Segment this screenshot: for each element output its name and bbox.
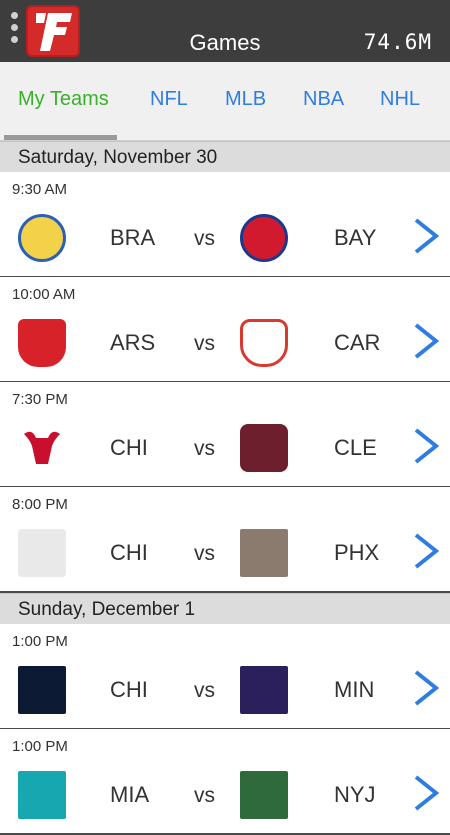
chicago-bears-logo-icon — [18, 666, 66, 714]
app-bar: Games 74.6M — [0, 0, 450, 62]
game-row[interactable]: 10:00 AM ARS vs CAR — [0, 277, 450, 383]
tab-nfl[interactable]: NFL — [150, 88, 188, 111]
tab-mlb[interactable]: MLB — [225, 88, 266, 111]
new-york-jets-logo-icon — [240, 771, 288, 819]
versus-label: vs — [194, 784, 215, 807]
game-row[interactable]: 7:30 PM CHI vs CLE — [0, 382, 450, 488]
tab-my-teams[interactable]: My Teams — [18, 88, 109, 111]
day-header: Sunday, December 1 — [0, 593, 450, 625]
game-row[interactable]: 1:00 PM MIA vs NYJ — [0, 729, 450, 835]
game-row[interactable]: 1:00 PM CHI vs MIN — [0, 624, 450, 730]
home-team: CHI — [110, 435, 148, 460]
chicago-bulls-logo-icon — [18, 424, 66, 472]
game-time: 9:30 AM — [12, 181, 68, 198]
home-team: MIA — [110, 782, 150, 807]
chevron-right-icon[interactable] — [408, 321, 444, 361]
away-team: PHX — [334, 540, 380, 565]
home-team: ARS — [110, 330, 156, 355]
game-time: 7:30 PM — [12, 391, 68, 408]
versus-label: vs — [194, 542, 215, 565]
chevron-right-icon[interactable] — [408, 531, 444, 571]
versus-label: vs — [194, 332, 215, 355]
away-team: MIN — [334, 677, 375, 702]
game-row[interactable]: 9:30 AM BRA vs BAY — [0, 172, 450, 278]
game-time: 1:00 PM — [12, 633, 68, 650]
home-team: CHI — [110, 677, 148, 702]
chevron-right-icon[interactable] — [408, 668, 444, 708]
tab-nhl[interactable]: NHL — [380, 88, 420, 111]
chevron-right-icon[interactable] — [408, 426, 444, 466]
game-row[interactable]: 8:00 PM CHI vs PHX — [0, 487, 450, 593]
away-team: CLE — [334, 435, 377, 460]
tab-nba[interactable]: NBA — [303, 88, 344, 111]
arsenal-crest-icon — [18, 319, 66, 367]
home-team: CHI — [110, 540, 148, 565]
day-header: Saturday, November 30 — [0, 141, 450, 173]
status-readout: 74.6M — [363, 30, 432, 54]
day-header-label: Sunday, December 1 — [18, 599, 196, 620]
home-team: BRA — [110, 225, 156, 250]
game-time: 8:00 PM — [12, 496, 68, 513]
versus-label: vs — [194, 679, 215, 702]
day-header-label: Saturday, November 30 — [18, 147, 218, 168]
braunschweig-crest-icon — [18, 214, 66, 262]
cardiff-crest-icon — [240, 319, 288, 367]
away-team: CAR — [334, 330, 381, 355]
phoenix-coyotes-logo-icon — [240, 529, 288, 577]
away-team: BAY — [334, 225, 377, 250]
chevron-right-icon[interactable] — [408, 216, 444, 256]
miami-dolphins-logo-icon — [18, 771, 66, 819]
bayern-munich-crest-icon — [240, 214, 288, 262]
active-tab-indicator — [4, 135, 117, 140]
away-team: NYJ — [334, 782, 376, 807]
versus-label: vs — [194, 437, 215, 460]
chicago-blackhawks-champions-icon — [18, 529, 66, 577]
cleveland-cavaliers-logo-icon — [240, 424, 288, 472]
league-tabs: My Teams NFL MLB NBA NHL — [0, 62, 450, 141]
chevron-right-icon[interactable] — [408, 773, 444, 813]
minnesota-vikings-logo-icon — [240, 666, 288, 714]
versus-label: vs — [194, 227, 215, 250]
game-time: 10:00 AM — [12, 286, 76, 303]
game-time: 1:00 PM — [12, 738, 68, 755]
